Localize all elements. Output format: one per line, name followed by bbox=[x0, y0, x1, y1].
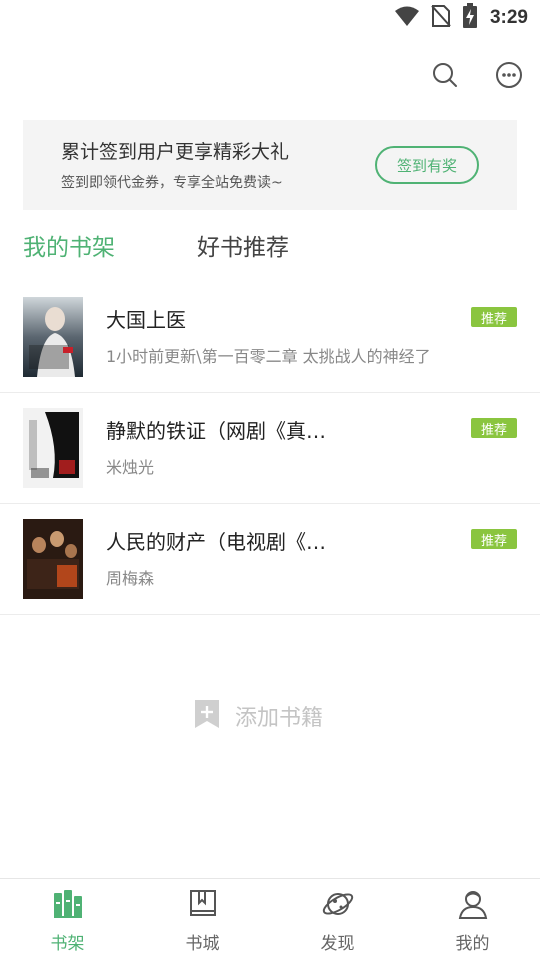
status-time: 3:29 bbox=[489, 7, 528, 28]
no-sim-icon bbox=[430, 4, 452, 32]
nav-mine[interactable]: 我的 bbox=[405, 879, 540, 960]
recommend-badge: 推荐 bbox=[471, 307, 517, 327]
status-bar: 3:29 bbox=[0, 0, 540, 36]
planet-icon bbox=[321, 887, 355, 921]
nav-label: 我的 bbox=[455, 934, 490, 954]
nav-bookstore[interactable]: 书城 bbox=[135, 879, 270, 960]
bookshelf-icon bbox=[51, 887, 85, 921]
book-cover bbox=[23, 519, 83, 599]
tab-my-shelf[interactable]: 我的书架 bbox=[23, 228, 115, 262]
nav-label: 书架 bbox=[50, 934, 85, 954]
battery-charging-icon bbox=[462, 3, 478, 33]
nav-bookshelf[interactable]: 书架 bbox=[0, 879, 135, 960]
bottom-nav: 书架 书城 发现 我的 bbox=[0, 878, 540, 960]
recommend-badge: 推荐 bbox=[471, 418, 517, 438]
search-icon bbox=[432, 62, 458, 92]
book-list: 大国上医 1小时前更新\第一百零二章 太挑战人的神经了 推荐 静默的铁证（网剧《… bbox=[0, 282, 540, 615]
list-item[interactable]: 人民的财产（电视剧《… 周梅森 推荐 bbox=[0, 504, 540, 615]
book-title: 人民的财产（电视剧《… bbox=[106, 530, 326, 554]
promo-title: 累计签到用户更享精彩大礼 bbox=[61, 141, 290, 163]
user-icon bbox=[456, 887, 490, 921]
add-book-button[interactable]: 添加书籍 bbox=[193, 698, 323, 734]
signin-reward-button[interactable]: 签到有奖 bbox=[375, 146, 479, 184]
list-item[interactable]: 大国上医 1小时前更新\第一百零二章 太挑战人的神经了 推荐 bbox=[0, 282, 540, 393]
book-author: 米烛光 bbox=[106, 458, 155, 477]
book-cover bbox=[23, 408, 83, 488]
tab-recommendations[interactable]: 好书推荐 bbox=[197, 228, 289, 262]
book-cover bbox=[23, 297, 83, 377]
add-book-label: 添加书籍 bbox=[235, 706, 324, 731]
book-title: 大国上医 bbox=[106, 308, 186, 332]
list-item[interactable]: 静默的铁证（网剧《真… 米烛光 推荐 bbox=[0, 393, 540, 504]
nav-discover[interactable]: 发现 bbox=[270, 879, 405, 960]
recommend-badge: 推荐 bbox=[471, 529, 517, 549]
book-store-icon bbox=[186, 887, 220, 921]
book-author: 周梅森 bbox=[106, 569, 155, 588]
top-actions bbox=[430, 62, 524, 92]
nav-label: 发现 bbox=[320, 934, 355, 954]
bookmark-add-icon bbox=[193, 698, 221, 734]
more-button[interactable] bbox=[494, 62, 524, 92]
signin-promo-banner[interactable]: 累计签到用户更享精彩大礼 签到即领代金券，专享全站免费读~ 签到有奖 bbox=[23, 120, 517, 210]
book-title: 静默的铁证（网剧《真… bbox=[106, 419, 326, 443]
more-icon bbox=[495, 61, 523, 93]
search-button[interactable] bbox=[430, 62, 460, 92]
book-update-info: 1小时前更新\第一百零二章 太挑战人的神经了 bbox=[106, 347, 431, 366]
wifi-icon bbox=[394, 5, 420, 31]
nav-label: 书城 bbox=[185, 934, 220, 954]
promo-subtitle: 签到即领代金券，专享全站免费读~ bbox=[61, 175, 283, 191]
status-icons: 3:29 bbox=[394, 3, 528, 33]
